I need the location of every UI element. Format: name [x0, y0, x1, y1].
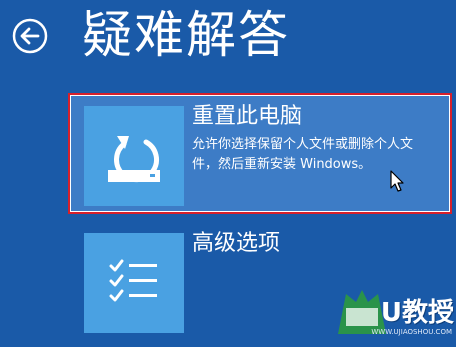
back-arrow-icon [12, 18, 48, 54]
advanced-options-tile [84, 233, 184, 333]
watermark-brand: U教授 [380, 298, 454, 328]
back-button[interactable] [12, 18, 48, 54]
watermark-url: WWW.UJIAOSHOU.COM [371, 328, 452, 336]
page-title: 疑难解答 [82, 6, 290, 64]
reset-pc-option[interactable]: 重置此电脑 允许你选择保留个人文件或删除个人文件，然后重新安装 Windows。 [68, 93, 452, 214]
reset-pc-description: 允许你选择保留个人文件或删除个人文件，然后重新安装 Windows。 [192, 137, 414, 172]
reset-pc-tile [84, 106, 184, 206]
reset-pc-title: 重置此电脑 [192, 104, 303, 129]
checklist-icon [109, 259, 157, 302]
mouse-cursor-icon [390, 170, 404, 196]
watermark: U教授 WWW.UJIAOSHOU.COM [332, 282, 456, 347]
advanced-options-title: 高级选项 [192, 231, 281, 256]
reset-pc-icon [108, 136, 160, 183]
